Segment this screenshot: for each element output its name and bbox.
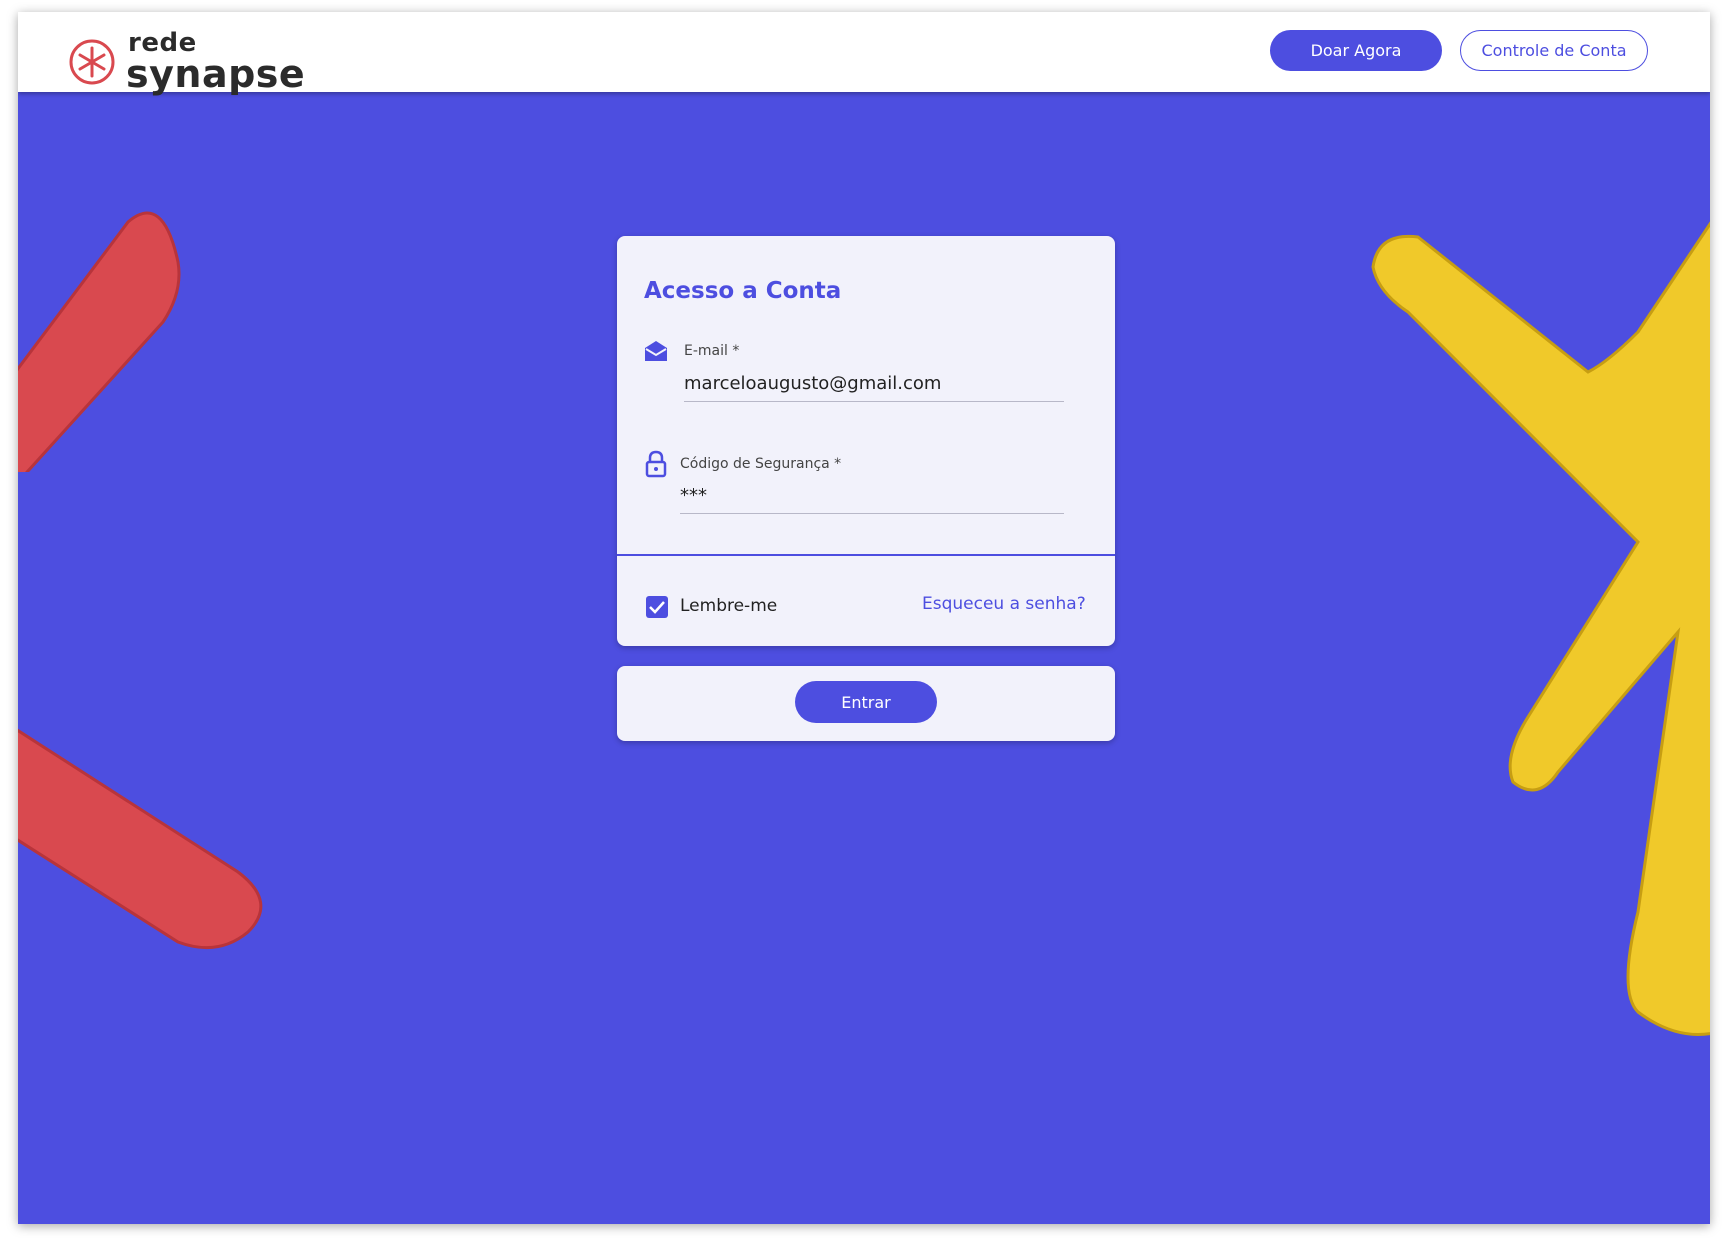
envelope-open-icon	[645, 341, 667, 361]
email-label: E-mail *	[684, 343, 740, 359]
card-divider	[617, 554, 1115, 556]
app-window: rede synapse Doar Agora Controle de Cont…	[18, 12, 1710, 1224]
yellow-clay-shape	[1371, 221, 1710, 1036]
logo-text-synapse: synapse	[126, 52, 306, 96]
lock-icon	[645, 450, 667, 478]
email-field[interactable]	[684, 372, 1064, 402]
red-clay-shape-bottom	[18, 728, 263, 950]
submit-button[interactable]: Entrar	[795, 681, 937, 723]
remember-me-checkbox[interactable]	[646, 596, 668, 618]
login-card: Acesso a Conta E-mail * Código de Segura…	[617, 236, 1115, 646]
check-icon	[649, 601, 665, 614]
security-code-label: Código de Segurança *	[680, 456, 842, 472]
login-title: Acesso a Conta	[644, 278, 842, 304]
account-control-button[interactable]: Controle de Conta	[1460, 30, 1648, 71]
rede-synapse-logo[interactable]: rede synapse	[68, 24, 305, 93]
synapse-logo-icon	[69, 39, 115, 85]
donate-now-button[interactable]: Doar Agora	[1270, 30, 1442, 71]
red-clay-shape-top	[18, 211, 181, 472]
security-code-field[interactable]	[680, 484, 1064, 514]
top-navbar: rede synapse Doar Agora Controle de Cont…	[18, 12, 1710, 93]
forgot-password-link[interactable]: Esqueceu a senha?	[922, 594, 1086, 614]
remember-me-label: Lembre-me	[680, 596, 778, 616]
